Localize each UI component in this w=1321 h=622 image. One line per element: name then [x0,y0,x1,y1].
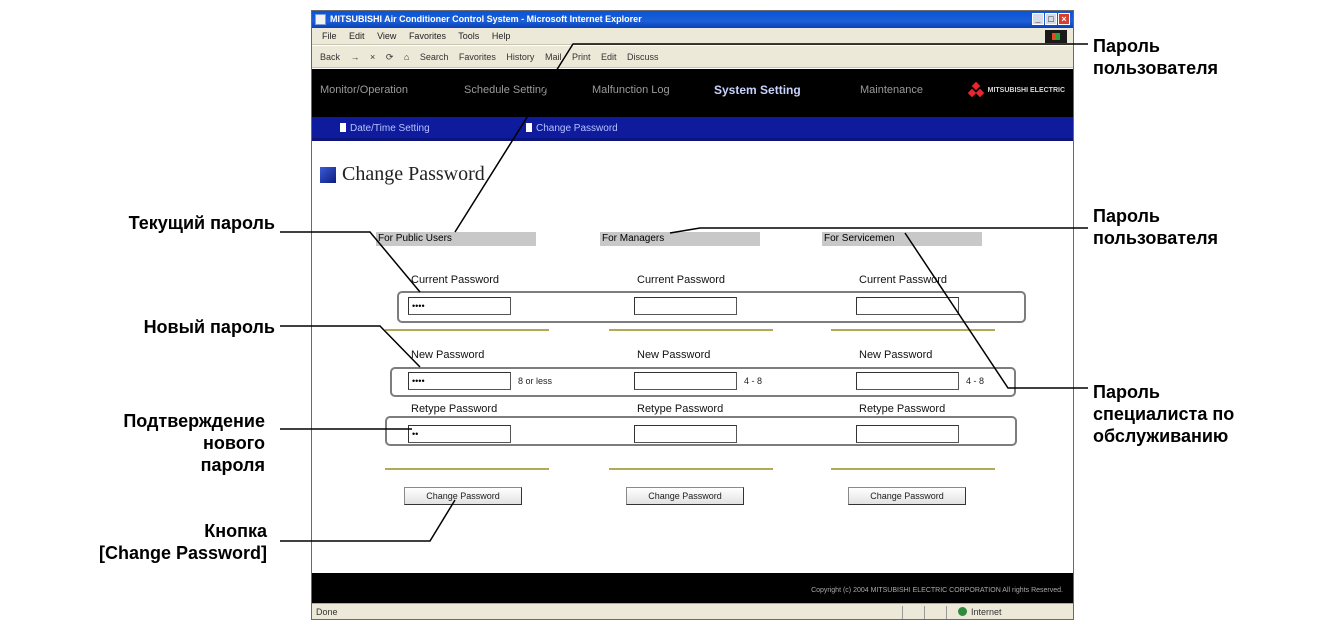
callout-confirm-line3: пароля [200,455,265,475]
nav-monitor-operation[interactable]: Monitor/Operation [320,84,408,96]
callout-service-password: Пароль специалиста по обслуживанию [1093,381,1318,447]
label-current-password-servicemen: Current Password [859,274,948,286]
header-managers: For Managers [600,232,760,246]
callout-user-mid-line2: пользователя [1093,228,1219,248]
title-bar: MITSUBISHI Air Conditioner Control Syste… [312,11,1073,28]
zone-label: Internet [971,607,1002,617]
search-button[interactable]: Search [420,52,449,62]
menu-file[interactable]: File [322,31,337,41]
highlight-current-row [397,291,1026,323]
menu-edit[interactable]: Edit [349,31,365,41]
label-new-password-servicemen: New Password [859,349,933,361]
stop-button[interactable]: × [370,52,375,62]
change-password-public-button[interactable]: Change Password [404,487,522,505]
nav-system-setting[interactable]: System Setting [714,83,801,97]
label-retype-password-public: Retype Password [411,403,498,415]
highlight-new-row [390,367,1016,397]
callout-change-button: Кнопка [Change Password] [5,520,267,564]
nav-malfunction-log[interactable]: Malfunction Log [592,84,670,96]
callout-confirm-password: Подтверждение нового пароля [20,410,265,476]
status-separator [946,606,947,619]
menu-bar: File Edit View Favorites Tools Help [312,28,1073,45]
callout-new-password: Новый пароль [60,316,275,338]
page-footer: Copyright (c) 2004 MITSUBISHI ELECTRIC C… [312,573,1073,603]
back-button[interactable]: Back [320,52,340,62]
main-nav: Monitor/Operation Schedule Setting Malfu… [312,69,1073,117]
internet-zone-icon [958,607,967,616]
minimize-button[interactable]: _ [1032,13,1044,25]
callout-confirm-line1: Подтверждение [123,411,265,431]
callout-button-line2: [Change Password] [98,543,267,563]
menu-view[interactable]: View [377,31,396,41]
maximize-button[interactable]: □ [1045,13,1057,25]
status-bar: Done Internet [312,603,1073,619]
title-square-icon [320,166,336,183]
callout-user-password-mid: Пароль пользователя [1093,205,1313,249]
divider [831,329,995,331]
favorites-button[interactable]: Favorites [459,52,496,62]
change-password-managers-button[interactable]: Change Password [626,487,744,505]
close-button[interactable]: × [1058,13,1070,25]
nav-schedule-setting[interactable]: Schedule Setting [464,84,547,96]
divider [385,468,549,470]
security-zone: Internet [958,604,1002,619]
print-button[interactable]: Print [572,52,591,62]
callout-current-password: Текущий пароль [60,212,275,234]
header-public-users: For Public Users [376,232,536,246]
subnav-date-time[interactable]: Date/Time Setting [340,123,430,134]
callout-user-password-top: Пароль пользователя [1093,35,1313,79]
label-current-password-public: Current Password [411,274,500,286]
nav-maintenance[interactable]: Maintenance [860,84,923,96]
subnav-change-password[interactable]: Change Password [526,123,618,134]
callout-service-line3: обслуживанию [1093,426,1229,446]
callout-button-line1: Кнопка [204,521,267,541]
windows-logo-icon [1045,30,1067,43]
menu-favorites[interactable]: Favorites [409,31,446,41]
forward-button[interactable]: → [351,52,360,62]
status-separator [924,606,925,619]
history-button[interactable]: History [506,52,534,62]
divider [831,468,995,470]
discuss-button[interactable]: Discuss [627,52,659,62]
callout-current-password-text: Текущий пароль [128,213,275,233]
divider [385,329,549,331]
menu-help[interactable]: Help [492,31,511,41]
header-servicemen: For Servicemen [822,232,982,246]
callout-confirm-line2: нового [203,433,265,453]
divider [609,329,773,331]
brand-name: MITSUBISHI ELECTRIC [987,86,1065,94]
ie-icon [315,14,326,25]
callout-user-top-line1: Пароль [1093,36,1160,56]
sub-nav: Date/Time Setting Change Password [312,117,1073,141]
status-separator [902,606,903,619]
label-new-password-managers: New Password [637,349,711,361]
menu-tools[interactable]: Tools [458,31,479,41]
callout-new-password-text: Новый пароль [143,317,275,337]
callout-user-mid-line1: Пароль [1093,206,1160,226]
callout-service-line2: специалиста по [1093,404,1235,424]
label-retype-password-servicemen: Retype Password [859,403,946,415]
copyright-text: Copyright (c) 2004 MITSUBISHI ELECTRIC C… [811,587,1063,594]
browser-toolbar: Back → × ⟳ ⌂ Search Favorites History Ma… [312,46,1073,68]
window-title: MITSUBISHI Air Conditioner Control Syste… [330,14,642,24]
refresh-button[interactable]: ⟳ [386,52,394,62]
mitsubishi-logo: MITSUBISHI ELECTRIC [967,81,1065,98]
three-diamonds-icon [967,81,984,98]
callout-user-top-line2: пользователя [1093,58,1219,78]
label-current-password-managers: Current Password [637,274,726,286]
edit-button[interactable]: Edit [601,52,617,62]
label-retype-password-managers: Retype Password [637,403,724,415]
change-password-servicemen-button[interactable]: Change Password [848,487,966,505]
home-button[interactable]: ⌂ [404,52,409,62]
label-new-password-public: New Password [411,349,485,361]
page-title: Change Password [320,163,485,186]
mail-button[interactable]: Mail [545,52,562,62]
highlight-retype-row [385,416,1017,446]
divider [609,468,773,470]
status-text: Done [316,607,338,617]
page-title-text: Change Password [342,163,485,185]
callout-service-line1: Пароль [1093,382,1160,402]
